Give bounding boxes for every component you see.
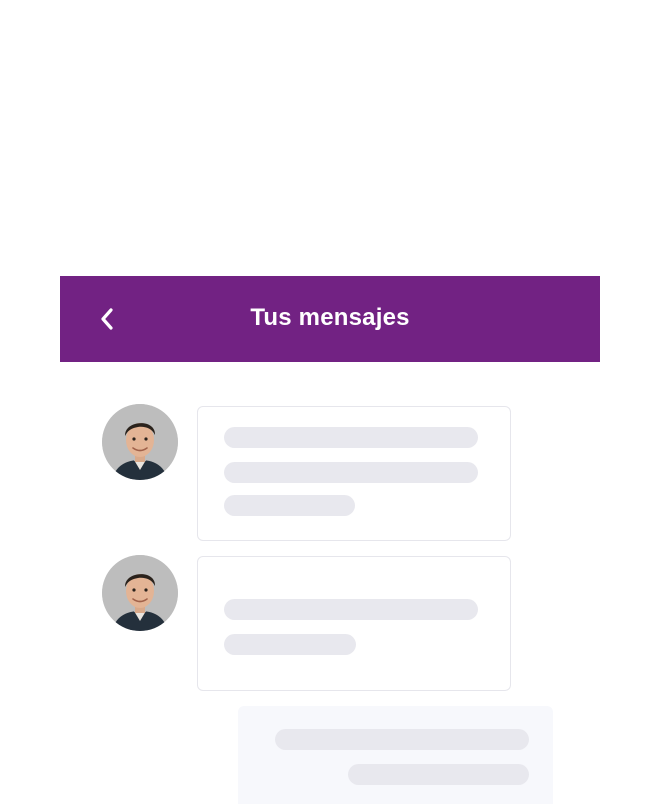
back-button[interactable] [90,302,124,336]
text-placeholder [275,729,529,750]
page-title: Tus mensajes [250,304,410,331]
text-placeholder [224,427,478,448]
message-card[interactable] [197,556,511,691]
text-placeholder [224,599,478,620]
text-placeholder [348,764,529,785]
chevron-left-icon [101,308,113,330]
text-placeholder [224,462,478,483]
message-card[interactable] [197,406,511,541]
person-photo-avatar [102,404,178,480]
outgoing-message-card[interactable] [238,706,553,804]
avatar [102,404,178,480]
header-bar: Tus mensajes [60,276,600,362]
avatar [102,555,178,631]
text-placeholder [224,495,355,516]
person-photo-avatar [102,555,178,631]
text-placeholder [224,634,356,655]
